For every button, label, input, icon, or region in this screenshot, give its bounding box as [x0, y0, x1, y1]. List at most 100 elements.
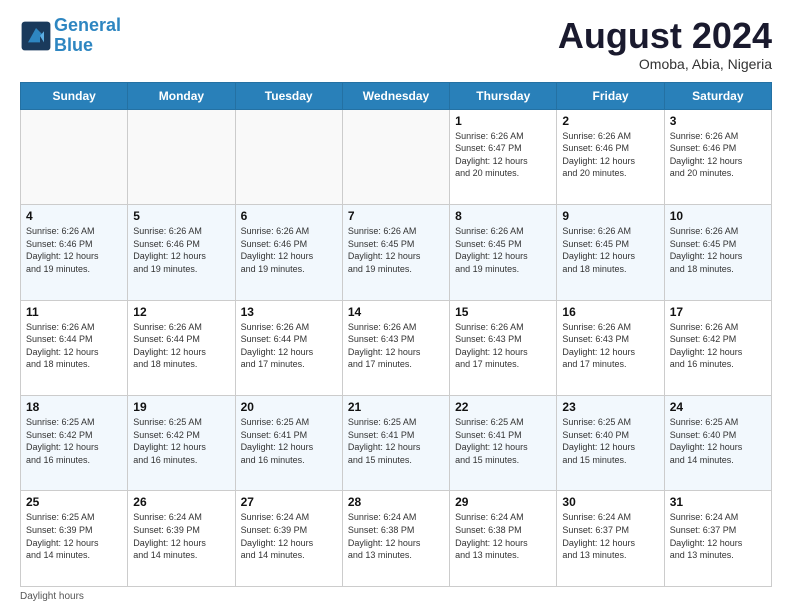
day-info: Sunrise: 6:24 AM Sunset: 6:39 PM Dayligh… [241, 511, 337, 561]
calendar-cell: 27 Sunrise: 6:24 AM Sunset: 6:39 PM Dayli… [235, 491, 342, 587]
day-info: Sunrise: 6:26 AM Sunset: 6:43 PM Dayligh… [348, 321, 444, 371]
calendar-cell: 4Sunrise: 6:26 AM Sunset: 6:46 PM Daylig… [21, 205, 128, 300]
logo-text: General Blue [54, 16, 121, 56]
day-number: 14 [348, 305, 444, 319]
day-of-week-header: Tuesday [235, 82, 342, 109]
calendar-cell: 11 Sunrise: 6:26 AM Sunset: 6:44 PM Dayli… [21, 300, 128, 395]
day-info: Sunrise: 6:26 AM Sunset: 6:44 PM Dayligh… [241, 321, 337, 371]
header: General Blue August 2024 Omoba, Abia, Ni… [20, 16, 772, 72]
calendar-cell: 10 Sunrise: 6:26 AM Sunset: 6:45 PM Dayli… [664, 205, 771, 300]
calendar-cell: 1 Sunrise: 6:26 AM Sunset: 6:47 PM Daylig… [450, 109, 557, 204]
day-info: Sunrise: 6:26 AM Sunset: 6:47 PM Dayligh… [455, 130, 551, 180]
day-info: Sunrise: 6:26 AM Sunset: 6:43 PM Dayligh… [455, 321, 551, 371]
calendar-cell: 7 Sunrise: 6:26 AM Sunset: 6:45 PM Daylig… [342, 205, 449, 300]
day-info: Sunrise: 6:25 AM Sunset: 6:39 PM Dayligh… [26, 511, 122, 561]
calendar-cell: 25Sunrise: 6:25 AM Sunset: 6:39 PM Dayli… [21, 491, 128, 587]
location: Omoba, Abia, Nigeria [558, 56, 772, 72]
page: General Blue August 2024 Omoba, Abia, Ni… [0, 0, 792, 612]
calendar-cell [21, 109, 128, 204]
calendar-week-row: 4Sunrise: 6:26 AM Sunset: 6:46 PM Daylig… [21, 205, 772, 300]
day-of-week-header: Monday [128, 82, 235, 109]
calendar-cell: 22 Sunrise: 6:25 AM Sunset: 6:41 PM Dayli… [450, 396, 557, 491]
calendar-cell: 13 Sunrise: 6:26 AM Sunset: 6:44 PM Dayli… [235, 300, 342, 395]
calendar-cell: 30 Sunrise: 6:24 AM Sunset: 6:37 PM Dayli… [557, 491, 664, 587]
day-number: 31 [670, 495, 766, 509]
day-number: 26 [133, 495, 229, 509]
day-info: Sunrise: 6:24 AM Sunset: 6:38 PM Dayligh… [455, 511, 551, 561]
day-number: 5 [133, 209, 229, 223]
day-number: 19 [133, 400, 229, 414]
day-info: Sunrise: 6:25 AM Sunset: 6:42 PM Dayligh… [133, 416, 229, 466]
calendar-cell: 2 Sunrise: 6:26 AM Sunset: 6:46 PM Daylig… [557, 109, 664, 204]
day-info: Sunrise: 6:26 AM Sunset: 6:45 PM Dayligh… [348, 225, 444, 275]
day-info: Sunrise: 6:26 AM Sunset: 6:46 PM Dayligh… [562, 130, 658, 180]
calendar-cell: 15 Sunrise: 6:26 AM Sunset: 6:43 PM Dayli… [450, 300, 557, 395]
day-info: Sunrise: 6:24 AM Sunset: 6:39 PM Dayligh… [133, 511, 229, 561]
day-of-week-header: Wednesday [342, 82, 449, 109]
day-number: 18 [26, 400, 122, 414]
day-number: 11 [26, 305, 122, 319]
day-number: 30 [562, 495, 658, 509]
day-number: 15 [455, 305, 551, 319]
day-of-week-header: Thursday [450, 82, 557, 109]
day-number: 13 [241, 305, 337, 319]
day-number: 2 [562, 114, 658, 128]
month-title: August 2024 [558, 16, 772, 56]
day-number: 9 [562, 209, 658, 223]
logo-line2: Blue [54, 35, 93, 55]
calendar-cell: 26 Sunrise: 6:24 AM Sunset: 6:39 PM Dayli… [128, 491, 235, 587]
calendar-table: SundayMondayTuesdayWednesdayThursdayFrid… [20, 82, 772, 587]
day-number: 7 [348, 209, 444, 223]
day-info: Sunrise: 6:26 AM Sunset: 6:44 PM Dayligh… [133, 321, 229, 371]
day-number: 6 [241, 209, 337, 223]
day-of-week-header: Saturday [664, 82, 771, 109]
calendar-week-row: 11 Sunrise: 6:26 AM Sunset: 6:44 PM Dayli… [21, 300, 772, 395]
day-info: Sunrise: 6:26 AM Sunset: 6:46 PM Dayligh… [241, 225, 337, 275]
day-number: 10 [670, 209, 766, 223]
day-number: 20 [241, 400, 337, 414]
calendar-cell: 8Sunrise: 6:26 AM Sunset: 6:45 PM Daylig… [450, 205, 557, 300]
day-number: 27 [241, 495, 337, 509]
day-info: Sunrise: 6:25 AM Sunset: 6:40 PM Dayligh… [670, 416, 766, 466]
day-info: Sunrise: 6:26 AM Sunset: 6:45 PM Dayligh… [670, 225, 766, 275]
day-number: 24 [670, 400, 766, 414]
calendar-week-row: 25Sunrise: 6:25 AM Sunset: 6:39 PM Dayli… [21, 491, 772, 587]
calendar-body: 1 Sunrise: 6:26 AM Sunset: 6:47 PM Daylig… [21, 109, 772, 586]
calendar-cell: 23Sunrise: 6:25 AM Sunset: 6:40 PM Dayli… [557, 396, 664, 491]
day-number: 16 [562, 305, 658, 319]
day-number: 21 [348, 400, 444, 414]
logo-line1: General [54, 15, 121, 35]
day-number: 29 [455, 495, 551, 509]
day-info: Sunrise: 6:25 AM Sunset: 6:41 PM Dayligh… [455, 416, 551, 466]
day-of-week-header: Sunday [21, 82, 128, 109]
day-info: Sunrise: 6:25 AM Sunset: 6:41 PM Dayligh… [348, 416, 444, 466]
day-number: 22 [455, 400, 551, 414]
calendar-cell: 5Sunrise: 6:26 AM Sunset: 6:46 PM Daylig… [128, 205, 235, 300]
calendar-cell: 19 Sunrise: 6:25 AM Sunset: 6:42 PM Dayli… [128, 396, 235, 491]
day-info: Sunrise: 6:26 AM Sunset: 6:44 PM Dayligh… [26, 321, 122, 371]
days-of-week-row: SundayMondayTuesdayWednesdayThursdayFrid… [21, 82, 772, 109]
day-number: 17 [670, 305, 766, 319]
calendar-cell: 18Sunrise: 6:25 AM Sunset: 6:42 PM Dayli… [21, 396, 128, 491]
calendar-header: SundayMondayTuesdayWednesdayThursdayFrid… [21, 82, 772, 109]
day-of-week-header: Friday [557, 82, 664, 109]
calendar-cell: 17Sunrise: 6:26 AM Sunset: 6:42 PM Dayli… [664, 300, 771, 395]
calendar-week-row: 1 Sunrise: 6:26 AM Sunset: 6:47 PM Daylig… [21, 109, 772, 204]
title-area: August 2024 Omoba, Abia, Nigeria [558, 16, 772, 72]
calendar-cell: 16Sunrise: 6:26 AM Sunset: 6:43 PM Dayli… [557, 300, 664, 395]
calendar-cell: 14 Sunrise: 6:26 AM Sunset: 6:43 PM Dayli… [342, 300, 449, 395]
day-number: 1 [455, 114, 551, 128]
day-number: 28 [348, 495, 444, 509]
logo-icon [20, 20, 52, 52]
calendar-cell [342, 109, 449, 204]
day-info: Sunrise: 6:24 AM Sunset: 6:37 PM Dayligh… [562, 511, 658, 561]
day-info: Sunrise: 6:26 AM Sunset: 6:45 PM Dayligh… [455, 225, 551, 275]
day-info: Sunrise: 6:26 AM Sunset: 6:46 PM Dayligh… [670, 130, 766, 180]
logo: General Blue [20, 16, 121, 56]
calendar-cell: 6 Sunrise: 6:26 AM Sunset: 6:46 PM Daylig… [235, 205, 342, 300]
day-info: Sunrise: 6:26 AM Sunset: 6:45 PM Dayligh… [562, 225, 658, 275]
day-info: Sunrise: 6:24 AM Sunset: 6:37 PM Dayligh… [670, 511, 766, 561]
footer-note: Daylight hours [20, 591, 772, 602]
day-info: Sunrise: 6:25 AM Sunset: 6:40 PM Dayligh… [562, 416, 658, 466]
day-number: 3 [670, 114, 766, 128]
